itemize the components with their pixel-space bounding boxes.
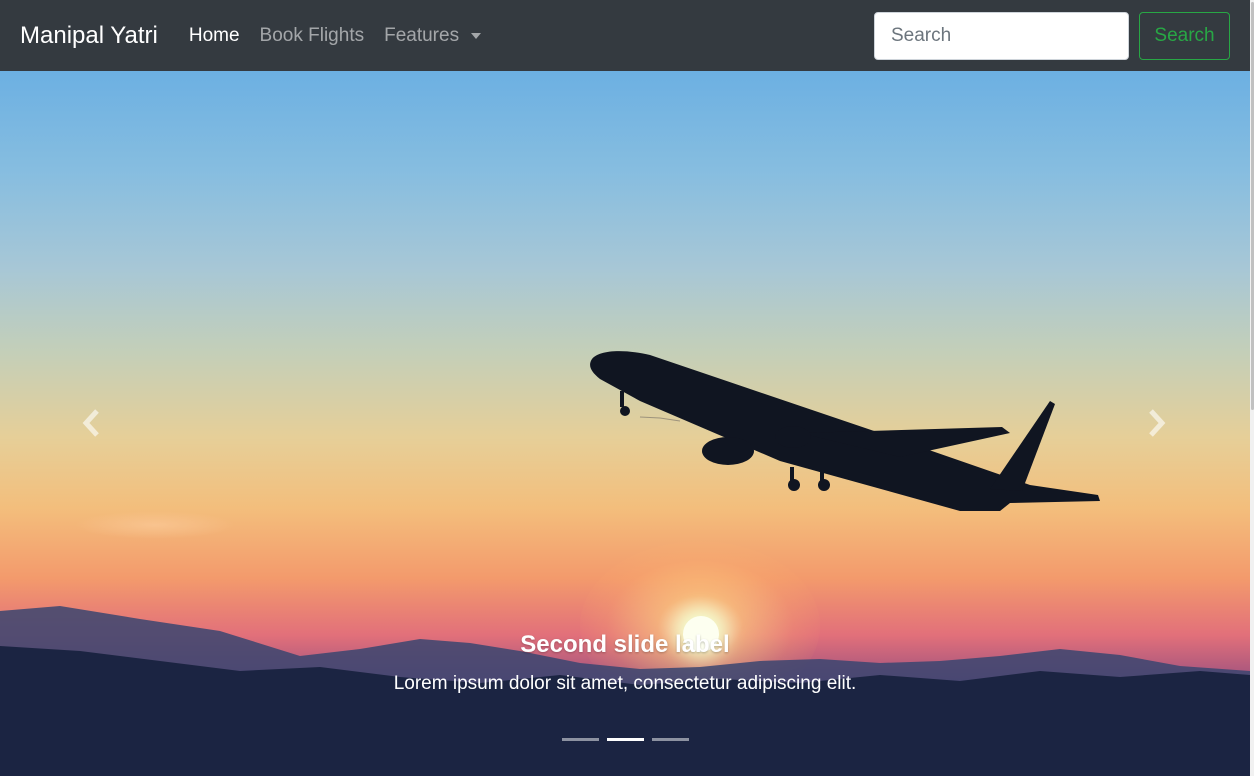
- carousel-indicators: [0, 738, 1250, 741]
- top-navbar: Manipal Yatri Home Book Flights Features…: [0, 0, 1250, 71]
- carousel-caption: Second slide label Lorem ipsum dolor sit…: [0, 631, 1250, 695]
- nav-link-home[interactable]: Home: [189, 25, 240, 47]
- nav-dropdown-features[interactable]: Features: [384, 24, 482, 47]
- carousel-indicator-1[interactable]: [561, 738, 599, 741]
- caption-text: Lorem ipsum dolor sit amet, consectetur …: [393, 673, 857, 694]
- carousel-indicator-3[interactable]: [651, 738, 689, 741]
- nav-dropdown-features-label: Features: [384, 24, 460, 46]
- brand-logo[interactable]: Manipal Yatri: [20, 22, 158, 50]
- search-input[interactable]: [874, 11, 1129, 60]
- airplane-silhouette: [590, 351, 1100, 511]
- chevron-left-icon: [82, 409, 99, 437]
- nav-link-book-flights[interactable]: Book Flights: [260, 25, 365, 47]
- caption-title: Second slide label: [520, 631, 730, 658]
- carousel-next-button[interactable]: [1136, 401, 1176, 445]
- carousel-prev-button[interactable]: [72, 401, 112, 445]
- hero-carousel: Second slide label Lorem ipsum dolor sit…: [0, 71, 1250, 776]
- search-form: Search: [874, 11, 1230, 60]
- page-scrollbar[interactable]: [1250, 0, 1254, 776]
- chevron-right-icon: [1149, 409, 1166, 437]
- carousel-indicator-2[interactable]: [606, 738, 644, 741]
- caret-down-icon: [471, 32, 482, 39]
- search-button[interactable]: Search: [1139, 11, 1230, 60]
